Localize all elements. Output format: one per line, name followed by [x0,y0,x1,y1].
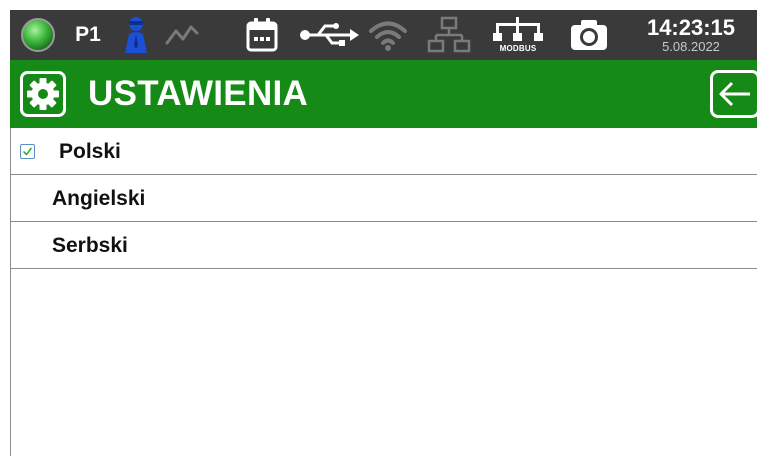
selected-checkbox[interactable] [20,144,35,159]
language-label: Polski [59,140,121,163]
language-list: Polski Angielski Serbski [10,128,757,269]
language-label: Angielski [52,187,146,210]
language-item-serbski[interactable]: Serbski [10,222,757,269]
modbus-label: MODBUS [499,44,537,53]
clock-time: 14:23:15 [646,15,736,40]
checkmark-icon [23,147,32,156]
network-icon [424,10,474,60]
usb-icon [296,10,362,60]
trend-icon[interactable] [162,10,202,60]
status-led-icon [18,10,58,60]
language-item-polski[interactable]: Polski [10,128,757,175]
app-screen: P1 MODBUS 14:23:15 5.08.2022 USTAWIENIA … [10,10,757,456]
clock-date: 5.08.2022 [662,39,720,54]
language-label: Serbski [52,234,128,257]
clock: 14:23:15 5.08.2022 [628,10,754,60]
user-icon[interactable] [120,10,152,60]
list-border [10,128,11,456]
calendar-icon[interactable] [242,10,282,60]
status-bar: P1 MODBUS 14:23:15 5.08.2022 [10,10,757,60]
language-item-angielski[interactable]: Angielski [10,175,757,222]
wifi-icon [366,10,410,60]
profile-indicator: P1 [75,23,101,46]
page-title: USTAWIENIA [88,74,309,113]
settings-gear-icon [20,71,66,117]
camera-icon[interactable] [566,10,612,60]
title-bar: USTAWIENIA [10,60,757,128]
modbus-icon: MODBUS [488,10,548,60]
back-arrow-icon [719,81,750,107]
back-button[interactable] [710,70,757,118]
